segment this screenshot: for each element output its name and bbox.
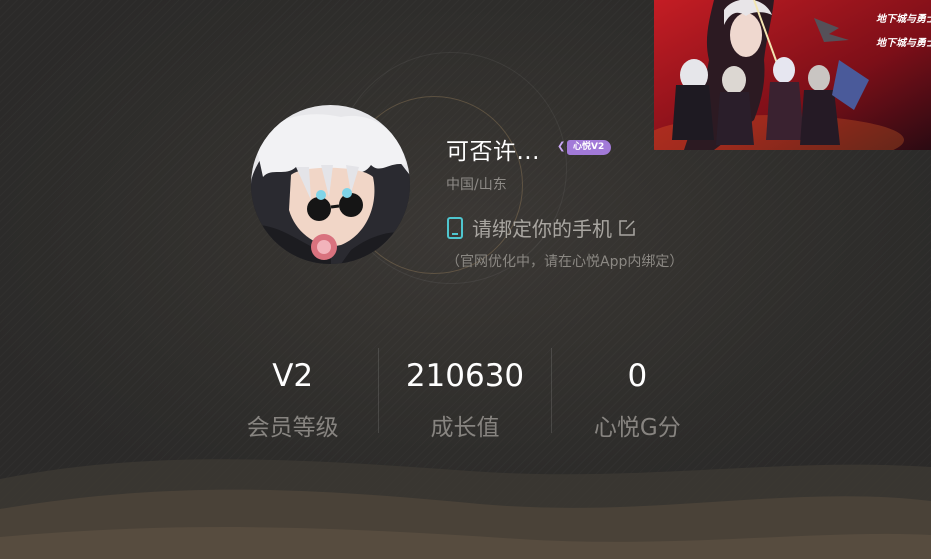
vip-wing-icon: ❮❮ bbox=[557, 141, 574, 152]
vip-badge-label: 心悦V2 bbox=[567, 139, 612, 155]
game-logo-text-1: 地下城与勇士 bbox=[876, 13, 931, 25]
avatar-illustration bbox=[251, 105, 410, 264]
avatar[interactable] bbox=[251, 105, 410, 264]
edit-icon[interactable] bbox=[618, 219, 636, 237]
stat-label: 会员等级 bbox=[246, 415, 339, 441]
user-location: 中国/山东 bbox=[446, 177, 507, 193]
stat-value: 210630 bbox=[405, 358, 525, 394]
phone-icon bbox=[447, 216, 463, 239]
game-logo-text-2: 地下城与勇士 bbox=[876, 37, 931, 49]
stat-g-points: 0 心悦G分 bbox=[552, 346, 723, 441]
game-banner-thumbnail[interactable]: 地下城与勇士 地下城与勇士 bbox=[654, 0, 931, 150]
username: 可否许... bbox=[446, 139, 540, 165]
stat-value: V2 bbox=[272, 358, 314, 394]
member-stats: V2 会员等级 210630 成长值 0 心悦G分 bbox=[207, 346, 723, 441]
stat-value: 0 bbox=[627, 358, 648, 394]
stat-member-level: V2 会员等级 bbox=[207, 346, 378, 441]
bottom-wave-decoration bbox=[0, 459, 931, 559]
bind-hint: （官网优化中，请在心悦App内绑定） bbox=[446, 254, 684, 270]
game-banner-art: 地下城与勇士 地下城与勇士 bbox=[654, 0, 931, 150]
stat-growth-value: 210630 成长值 bbox=[379, 346, 550, 441]
bind-phone-text: 请绑定你的手机 bbox=[472, 217, 612, 241]
stat-label: 心悦G分 bbox=[593, 415, 681, 441]
vip-level-badge: ❮❮ 心悦V2 bbox=[557, 139, 612, 155]
bind-phone-link[interactable]: 请绑定你的手机 bbox=[446, 213, 636, 242]
stat-label: 成长值 bbox=[430, 415, 500, 441]
